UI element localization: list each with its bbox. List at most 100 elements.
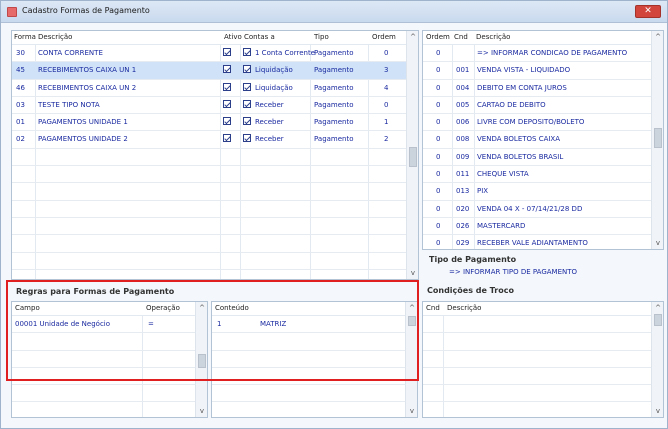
ativo-checkbox[interactable] bbox=[223, 99, 231, 108]
ativo-cell[interactable] bbox=[223, 114, 235, 130]
empty-row bbox=[423, 402, 651, 417]
ativo-checkbox[interactable] bbox=[223, 117, 231, 126]
table-row[interactable]: 0 011 CHEQUE VISTA bbox=[423, 166, 651, 184]
ordem-cell: 2 bbox=[384, 135, 389, 144]
col-header-tipo[interactable]: Tipo bbox=[314, 31, 329, 44]
table-row[interactable]: 0 => INFORMAR CONDICAO DE PAGAMENTO bbox=[423, 45, 651, 63]
table-row[interactable]: 46 RECEBIMENTOS CAIXA UN 2 Liquidação Pagam… bbox=[12, 80, 406, 97]
cnd-cell: 029 bbox=[456, 239, 470, 248]
ativo-cell[interactable] bbox=[223, 80, 235, 96]
scroll-thumb[interactable] bbox=[408, 316, 416, 326]
col-header-cnd[interactable]: Cnd bbox=[426, 302, 440, 315]
scroll-up-icon[interactable]: ^ bbox=[654, 33, 662, 41]
ativo-cell[interactable] bbox=[223, 131, 235, 147]
col-header-operacao[interactable]: Operação bbox=[146, 302, 180, 315]
table-row[interactable]: 1 MATRIZ bbox=[212, 316, 405, 334]
cnd-cell: 020 bbox=[456, 204, 470, 213]
ordem-cell: 0 bbox=[436, 204, 441, 213]
scroll-up-icon[interactable]: ^ bbox=[198, 304, 206, 312]
title-bar: Cadastro Formas de Pagamento ✕ bbox=[1, 1, 667, 23]
table-row[interactable]: 0 013 PIX bbox=[423, 183, 651, 201]
scroll-up-icon[interactable]: ^ bbox=[409, 33, 417, 41]
campo-cell: 00001 Unidade de Negócio bbox=[15, 320, 111, 328]
ativo-checkbox[interactable] bbox=[223, 134, 231, 143]
contas-checkbox[interactable] bbox=[243, 99, 251, 108]
ativo-cell[interactable] bbox=[223, 62, 235, 78]
ordem-cell: 0 bbox=[436, 100, 441, 109]
table-row[interactable]: 02 PAGAMENTOS UNIDADE 2 Receber Pagamento 2 bbox=[12, 131, 406, 149]
regras-rows: 00001 Unidade de Negócio = bbox=[12, 315, 195, 417]
table-row[interactable]: 0 026 MASTERCARD bbox=[423, 218, 651, 236]
contas-checkbox[interactable] bbox=[243, 65, 251, 74]
ativo-checkbox[interactable] bbox=[223, 48, 231, 56]
scroll-up-icon[interactable]: ^ bbox=[654, 304, 662, 312]
table-row[interactable]: 01 PAGAMENTOS UNIDADE 1 Receber Pagamento 1 bbox=[12, 114, 406, 132]
col-header-ordem[interactable]: Ordem bbox=[426, 31, 450, 44]
cnd-cell: 005 bbox=[456, 100, 470, 109]
contas-checkbox[interactable] bbox=[243, 134, 251, 143]
conteudo-scrollbar[interactable]: ^ v bbox=[405, 302, 417, 417]
scroll-thumb[interactable] bbox=[654, 314, 662, 326]
condicoes-scrollbar[interactable]: ^ v bbox=[651, 31, 663, 249]
formas-scrollbar[interactable]: ^ v bbox=[406, 31, 418, 279]
table-row[interactable]: 0 029 RECEBER VALE ADIANTAMENTO bbox=[423, 235, 651, 249]
table-row[interactable]: 0 009 VENDA BOLETOS BRASIL bbox=[423, 149, 651, 167]
scroll-down-icon[interactable]: v bbox=[198, 407, 206, 415]
scroll-thumb[interactable] bbox=[198, 354, 206, 368]
ativo-checkbox[interactable] bbox=[223, 65, 231, 74]
scroll-down-icon[interactable]: v bbox=[409, 269, 417, 277]
table-row[interactable]: 0 006 LIVRE COM DEPOSITO/BOLETO bbox=[423, 114, 651, 132]
table-row[interactable]: 0 004 DEBITO EM CONTA JUROS bbox=[423, 80, 651, 97]
scroll-thumb[interactable] bbox=[654, 128, 662, 148]
col-header-descricao[interactable]: Descrição bbox=[38, 31, 72, 44]
ativo-checkbox[interactable] bbox=[223, 82, 231, 91]
table-row[interactable]: 0 005 CARTAO DE DEBITO bbox=[423, 97, 651, 115]
ativo-cell[interactable] bbox=[223, 45, 235, 61]
close-button[interactable]: ✕ bbox=[635, 5, 661, 18]
col-header-forma[interactable]: Forma bbox=[14, 31, 36, 44]
scroll-down-icon[interactable]: v bbox=[408, 407, 416, 415]
ativo-cell[interactable] bbox=[223, 97, 235, 113]
scroll-down-icon[interactable]: v bbox=[654, 239, 662, 247]
contas-checkbox[interactable] bbox=[243, 82, 251, 91]
contas-checkbox[interactable] bbox=[243, 48, 251, 56]
empty-row bbox=[12, 235, 406, 253]
descricao-cell: RECEBIMENTOS CAIXA UN 2 bbox=[38, 83, 137, 92]
col-header-ordem[interactable]: Ordem bbox=[372, 31, 396, 44]
conteudo-grid[interactable]: Conteúdo 1 MATRIZ ^ v bbox=[211, 301, 418, 418]
troco-grid[interactable]: Cnd Descrição ^ v bbox=[422, 301, 664, 418]
close-icon: ✕ bbox=[644, 6, 652, 16]
descricao-cell: => INFORMAR CONDICAO DE PAGAMENTO bbox=[477, 49, 628, 57]
ordem-cell: 0 bbox=[436, 66, 441, 75]
table-row[interactable]: 03 TESTE TIPO NOTA Receber Pagamento 0 bbox=[12, 97, 406, 115]
regras-grid[interactable]: Campo Operação 00001 Unidade de Negócio =… bbox=[11, 301, 208, 418]
operacao-cell: = bbox=[148, 320, 154, 328]
col-header-conteudo[interactable]: Conteúdo bbox=[215, 302, 249, 315]
col-header-cnd[interactable]: Cnd bbox=[454, 31, 468, 44]
table-row[interactable]: 0 020 VENDA 04 X - 07/14/21/28 DD bbox=[423, 201, 651, 218]
table-row[interactable]: 30 CONTA CORRENTE 1 Conta Corrente Pagament… bbox=[12, 45, 406, 63]
formas-pagamento-grid[interactable]: Forma Descrição Ativo Contas a Tipo Orde… bbox=[11, 30, 419, 280]
formas-rows: 30 CONTA CORRENTE 1 Conta Corrente Pagament… bbox=[12, 44, 406, 279]
troco-scrollbar[interactable]: ^ v bbox=[651, 302, 663, 417]
table-row[interactable]: 45 RECEBIMENTOS CAIXA UN 1 Liquidação Pagam… bbox=[12, 62, 406, 80]
table-row[interactable]: 0 008 VENDA BOLETOS CAIXA bbox=[423, 131, 651, 149]
col-header-campo[interactable]: Campo bbox=[15, 302, 40, 315]
contas-checkbox[interactable] bbox=[243, 117, 251, 126]
condicoes-pagamento-grid[interactable]: Ordem Cnd Descrição 0 => INFORMAR CONDICA… bbox=[422, 30, 664, 250]
scroll-up-icon[interactable]: ^ bbox=[408, 304, 416, 312]
col-header-descricao[interactable]: Descrição bbox=[447, 302, 481, 315]
regras-scrollbar[interactable]: ^ v bbox=[195, 302, 207, 417]
tipo-pagamento-label: Tipo de Pagamento bbox=[429, 255, 517, 264]
scroll-thumb[interactable] bbox=[409, 147, 417, 167]
col-header-descricao[interactable]: Descrição bbox=[476, 31, 510, 44]
table-row[interactable]: 00001 Unidade de Negócio = bbox=[12, 316, 195, 334]
tipo-cell: Pagamento bbox=[314, 118, 354, 127]
col-header-contas[interactable]: Contas a bbox=[244, 31, 275, 44]
table-row[interactable]: 0 001 VENDA VISTA - LIQUIDADO bbox=[423, 62, 651, 80]
scroll-down-icon[interactable]: v bbox=[654, 407, 662, 415]
col-header-ativo[interactable]: Ativo bbox=[224, 31, 242, 44]
descricao-cell: TESTE TIPO NOTA bbox=[38, 100, 100, 109]
empty-row bbox=[12, 218, 406, 236]
cnd-cell: 001 bbox=[456, 66, 470, 75]
